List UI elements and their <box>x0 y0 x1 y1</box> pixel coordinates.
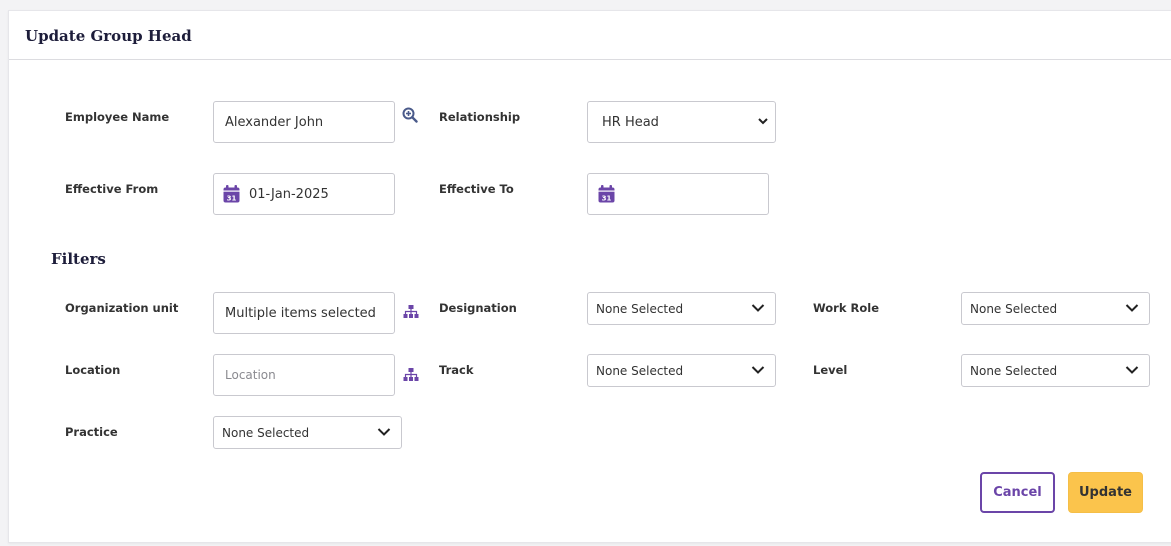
practice-multiselect[interactable]: None Selected <box>213 416 402 449</box>
effective-from-label: Effective From <box>65 182 159 196</box>
chevron-down-icon <box>751 304 765 312</box>
organization-unit-label: Organization unit <box>65 301 179 315</box>
effective-from-input[interactable]: 01-Jan-2025 <box>213 173 395 215</box>
employee-name-input[interactable]: Alexander John <box>213 101 395 143</box>
chevron-down-icon <box>1125 304 1139 312</box>
level-multiselect[interactable]: None Selected <box>961 354 1150 387</box>
work-role-value: None Selected <box>970 301 1058 316</box>
relationship-select[interactable]: HR Head <box>587 101 776 143</box>
calendar-day-number: 31 <box>227 194 237 202</box>
chevron-down-icon <box>751 366 765 374</box>
track-value: None Selected <box>596 363 684 378</box>
track-label: Track <box>439 363 474 377</box>
track-multiselect[interactable]: None Selected <box>587 354 776 387</box>
dialog-title: Update Group Head <box>25 27 192 45</box>
chevron-down-icon <box>1125 366 1139 374</box>
relationship-value: HR Head <box>602 114 659 130</box>
update-button[interactable]: Update <box>1068 472 1143 513</box>
designation-value: None Selected <box>596 301 684 316</box>
update-group-head-dialog: Update Group Head <box>8 10 1171 543</box>
filters-heading: Filters <box>51 250 106 268</box>
cancel-button[interactable]: Cancel <box>980 472 1055 513</box>
chevron-down-icon <box>758 118 768 125</box>
location-label: Location <box>65 363 121 377</box>
level-label: Level <box>813 363 848 377</box>
chevron-down-icon <box>377 428 391 436</box>
relationship-label: Relationship <box>439 110 521 124</box>
location-input[interactable]: Location <box>213 354 395 396</box>
effective-to-label: Effective To <box>439 182 514 196</box>
org-hierarchy-icon[interactable] <box>403 304 419 320</box>
designation-label: Designation <box>439 301 517 315</box>
calendar-day-number: 31 <box>602 194 612 202</box>
zoom-in-icon[interactable] <box>402 107 418 123</box>
practice-label: Practice <box>65 425 118 439</box>
calendar-icon[interactable]: 31 <box>598 185 615 203</box>
organization-unit-input[interactable]: Multiple items selected <box>213 292 395 334</box>
org-hierarchy-icon[interactable] <box>403 367 419 383</box>
designation-multiselect[interactable]: None Selected <box>587 292 776 325</box>
level-value: None Selected <box>970 363 1058 378</box>
practice-value: None Selected <box>222 425 310 440</box>
work-role-label: Work Role <box>813 301 879 315</box>
work-role-multiselect[interactable]: None Selected <box>961 292 1150 325</box>
employee-name-label: Employee Name <box>65 110 170 124</box>
dialog-header: Update Group Head <box>9 11 1171 60</box>
calendar-icon[interactable]: 31 <box>223 185 240 203</box>
